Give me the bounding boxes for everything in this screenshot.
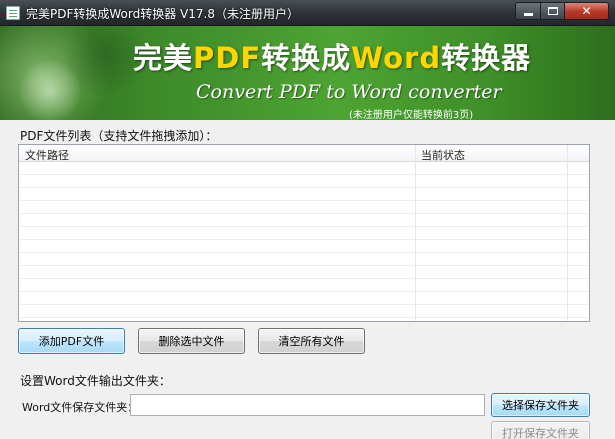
add-pdf-button[interactable]: 添加PDF文件: [18, 328, 125, 354]
column-header-path[interactable]: 文件路径: [25, 147, 69, 163]
flower-decoration: [20, 56, 80, 120]
app-icon: [6, 6, 20, 20]
close-button[interactable]: ✕: [565, 2, 609, 20]
list-header: 文件路径 当前状态: [19, 145, 589, 162]
choose-folder-button[interactable]: 选择保存文件夹: [491, 393, 590, 417]
clear-all-button[interactable]: 清空所有文件: [258, 328, 365, 354]
window-title: 完美PDF转换成Word转换器 V17.8（未注册用户）: [26, 7, 299, 21]
delete-selected-button[interactable]: 删除选中文件: [138, 328, 245, 354]
open-folder-button[interactable]: 打开保存文件夹: [491, 421, 590, 439]
output-folder-input[interactable]: [130, 394, 485, 416]
banner-title: 完美PDF转换成Word转换器: [133, 41, 532, 75]
maximize-button[interactable]: [541, 2, 565, 20]
column-divider: [415, 145, 416, 321]
output-section-title: 设置Word文件输出文件夹：: [20, 374, 171, 388]
window-controls: ✕: [515, 2, 609, 20]
file-list-title: PDF文件列表（支持文件拖拽添加）：: [20, 129, 218, 143]
header-banner: 完美PDF转换成Word转换器 Convert PDF to Word conv…: [0, 26, 615, 120]
minimize-icon: [523, 12, 533, 16]
title-bar: 完美PDF转换成Word转换器 V17.8（未注册用户） ✕: [0, 0, 615, 26]
banner-subtitle: Convert PDF to Word converter: [196, 81, 502, 103]
maximize-icon: [547, 7, 558, 15]
file-list-table[interactable]: 文件路径 当前状态: [18, 144, 590, 322]
close-icon: ✕: [581, 4, 592, 18]
minimize-button[interactable]: [515, 2, 541, 20]
output-folder-label: Word文件保存文件夹：: [22, 401, 139, 414]
trial-note: (未注册用户仅能转换前3页): [349, 110, 474, 120]
column-divider: [567, 145, 568, 321]
column-header-status[interactable]: 当前状态: [421, 147, 465, 163]
list-body[interactable]: [19, 162, 589, 321]
